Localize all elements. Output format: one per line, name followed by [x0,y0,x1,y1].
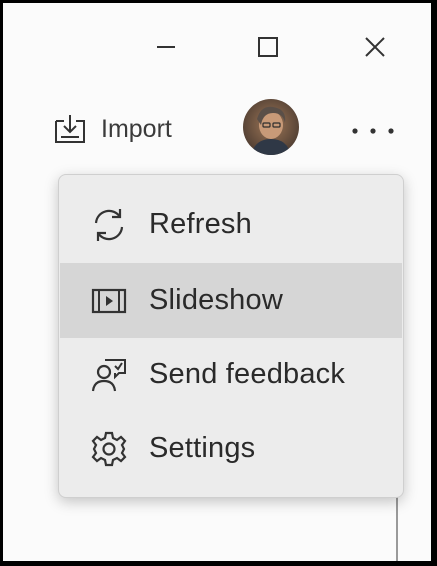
content-divider [396,495,398,561]
more-horizontal-icon [352,128,394,134]
menu-item-send-feedback[interactable]: Send feedback [60,337,402,412]
close-icon [365,37,385,57]
avatar-image [243,99,299,155]
more-options-menu: Refresh Slideshow Send feedback Settings [58,174,404,498]
avatar[interactable] [243,99,299,155]
refresh-icon [87,203,131,247]
import-button[interactable]: Import [53,107,172,151]
import-icon [55,115,85,143]
feedback-icon [87,353,131,397]
maximize-button[interactable] [246,25,290,69]
menu-item-label: Settings [149,432,256,464]
menu-item-slideshow[interactable]: Slideshow [60,263,402,338]
import-label: Import [101,114,172,143]
app-window: Import Refresh Slideshow Send feedback S… [3,3,431,561]
maximize-icon [258,37,278,57]
close-button[interactable] [353,25,397,69]
menu-item-refresh[interactable]: Refresh [60,187,402,262]
minimize-button[interactable] [144,25,188,69]
menu-item-settings[interactable]: Settings [60,411,402,486]
slideshow-icon [87,279,131,323]
gear-icon [87,427,131,471]
menu-item-label: Slideshow [149,284,283,316]
menu-item-label: Refresh [149,208,252,240]
more-options-button[interactable] [343,111,403,151]
menu-item-label: Send feedback [149,358,346,390]
minimize-icon [157,46,175,48]
